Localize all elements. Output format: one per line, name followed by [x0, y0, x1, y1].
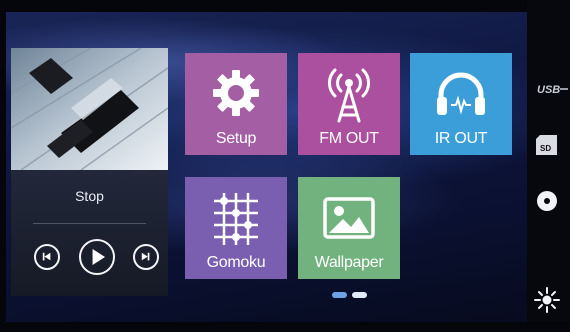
album-art[interactable]	[11, 48, 168, 170]
gomoku-label: Gomoku	[206, 254, 266, 271]
svg-text:SD: SD	[540, 144, 551, 153]
gomoku-tile[interactable]: Gomoku	[185, 177, 287, 279]
usb-icon: USB	[537, 84, 568, 96]
setup-label: Setup	[215, 130, 257, 147]
skip-next-icon	[141, 252, 150, 261]
headphones-icon	[437, 72, 485, 115]
previous-button[interactable]	[34, 244, 60, 270]
setup-tile[interactable]: Setup	[185, 53, 287, 155]
bezel-top	[0, 0, 570, 12]
radio-tower-icon	[328, 68, 370, 123]
piano-keys-image	[11, 48, 168, 170]
svg-text:USB: USB	[537, 84, 560, 96]
next-button[interactable]	[133, 244, 159, 270]
page-dot-1[interactable]	[332, 292, 347, 298]
right-rail	[527, 0, 570, 332]
ir-out-tile[interactable]: IR OUT	[410, 53, 512, 155]
fm-out-label: FM OUT	[319, 130, 379, 147]
image-icon	[323, 197, 375, 239]
sd-card-button[interactable]: SD	[527, 132, 570, 158]
bezel-bottom	[0, 322, 570, 332]
brightness-button[interactable]	[527, 285, 570, 315]
sd-card-icon: SD	[536, 135, 557, 155]
skip-previous-icon	[42, 252, 51, 261]
player-divider	[33, 223, 146, 224]
home-screen: Stop Setup FM OUT IR OUT Gomoku Wallpape…	[0, 0, 570, 332]
playback-status: Stop	[75, 188, 104, 204]
ir-out-label: IR OUT	[434, 130, 488, 147]
disc-icon	[537, 191, 557, 211]
bezel-left	[0, 0, 6, 332]
play-icon	[92, 249, 105, 265]
player-panel: Stop	[11, 170, 168, 296]
page-dot-2[interactable]	[352, 292, 367, 298]
brightness-icon	[534, 287, 560, 313]
wallpaper-tile[interactable]: Wallpaper	[298, 177, 400, 279]
usb-button[interactable]: USB	[527, 78, 570, 100]
game-grid-icon	[214, 193, 258, 245]
gear-icon	[213, 70, 259, 116]
disc-button[interactable]	[527, 188, 570, 214]
wallpaper-label: Wallpaper	[314, 254, 384, 271]
play-button[interactable]	[79, 239, 115, 275]
fm-out-tile[interactable]: FM OUT	[298, 53, 400, 155]
